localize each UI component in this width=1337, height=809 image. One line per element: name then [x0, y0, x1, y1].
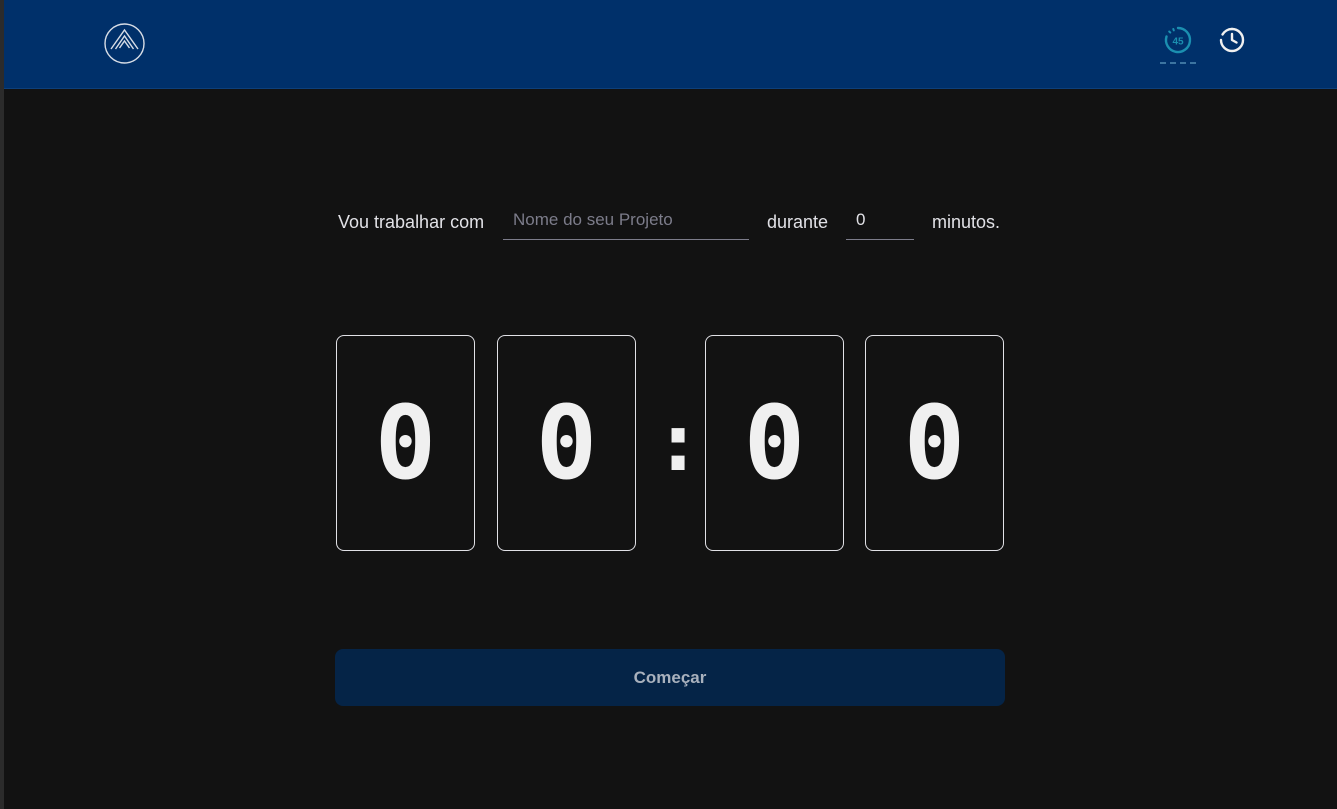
- task-form: Vou trabalhar com durante minutos.: [338, 200, 1004, 242]
- timer-45-icon: 45: [1164, 26, 1192, 54]
- countdown-display: 0 0 : 0 0: [336, 335, 1004, 551]
- countdown-separator: :: [654, 396, 703, 489]
- nav-history-link[interactable]: [1216, 24, 1248, 56]
- window-edge: [0, 0, 4, 809]
- seconds-ones-digit: 0: [865, 335, 1004, 551]
- minutes-amount-input[interactable]: [846, 200, 914, 240]
- seconds-tens-digit: 0: [705, 335, 844, 551]
- active-nav-indicator: [1160, 62, 1196, 64]
- form-prefix-label: Vou trabalhar com: [338, 212, 485, 232]
- timer-badge-text: 45: [1172, 37, 1184, 48]
- form-middle-label: durante: [767, 212, 829, 232]
- clock-history-icon: [1219, 27, 1245, 53]
- app-page: 45 Vou trabalhar com durante minutos. 0 …: [0, 0, 1337, 809]
- top-header: 45: [4, 0, 1337, 89]
- mountain-logo-icon: [103, 22, 146, 65]
- project-name-input[interactable]: [503, 200, 749, 240]
- minutes-tens-digit: 0: [336, 335, 475, 551]
- nav-timer-link[interactable]: 45: [1159, 22, 1197, 66]
- minutes-ones-digit: 0: [497, 335, 636, 551]
- start-countdown-button[interactable]: Começar: [335, 649, 1005, 706]
- form-suffix-label: minutos.: [932, 212, 1001, 232]
